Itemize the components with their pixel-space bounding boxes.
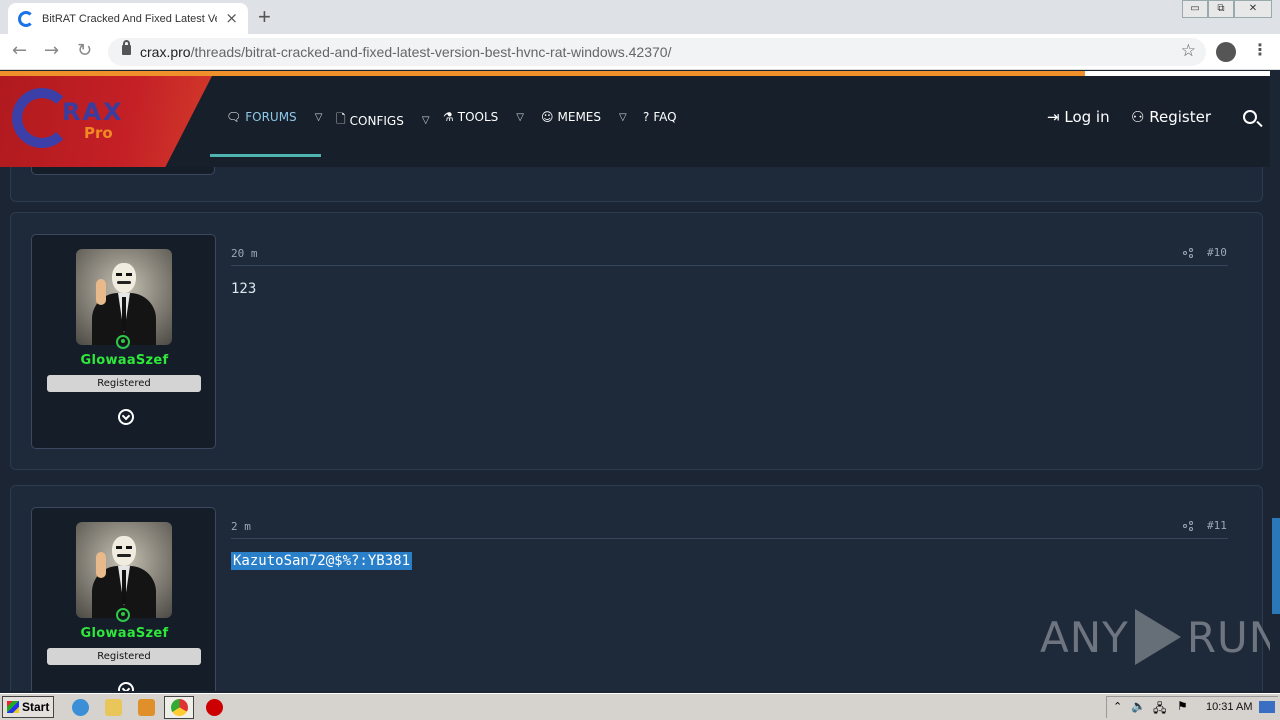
post-number[interactable]: #11 <box>1207 519 1227 532</box>
url-path: /threads/bitrat-cracked-and-fixed-latest… <box>190 44 672 60</box>
scrollbar-thumb[interactable] <box>1272 518 1280 614</box>
chevron-down-icon[interactable]: ▽ <box>619 112 627 123</box>
close-window-button[interactable]: ✕ <box>1234 0 1272 18</box>
loading-icon <box>18 10 34 27</box>
minimize-button[interactable]: ▭ <box>1182 0 1208 18</box>
nav-forums-label: FORUMS <box>245 110 297 124</box>
nav-configs-label: CONFIGS <box>349 113 404 128</box>
divider <box>231 265 1228 266</box>
online-status-icon <box>116 335 130 349</box>
watermark-text-left: ANY <box>1040 612 1129 662</box>
post-number[interactable]: #10 <box>1207 246 1227 259</box>
url-host: crax.pro <box>140 44 191 60</box>
start-button[interactable]: Start <box>2 696 54 718</box>
windows-taskbar: Start ⌃ 🔈 🖧 ⚑ 10:31 AM <box>0 693 1280 720</box>
nav-tools[interactable]: ⚗ TOOLS ▽ <box>443 110 524 124</box>
desktop-icon[interactable] <box>1259 701 1275 713</box>
user-role-badge: Registered <box>47 648 201 665</box>
username[interactable]: GlowaaSzef <box>32 353 217 368</box>
network-icon[interactable]: 🖧 <box>1153 699 1166 720</box>
tab-close-icon[interactable]: × <box>225 9 238 27</box>
nav-memes[interactable]: ☺ MEMES ▽ <box>541 110 627 124</box>
browser-tabstrip: BitRAT Cracked And Fixed Latest Ve × + ▭… <box>0 0 1280 34</box>
menu-icon[interactable]: ⋮ <box>1252 40 1268 59</box>
flask-icon: ⚗ <box>443 110 454 124</box>
lock-icon <box>122 40 131 55</box>
site-header: RAX Pro 🗨 FORUMS ▽ 🗋 CONFIGS ▽ ⚗ TOOLS ▽… <box>0 76 1270 167</box>
login-icon: ⇥ <box>1047 108 1060 126</box>
browser-tab[interactable]: BitRAT Cracked And Fixed Latest Ve × <box>8 3 248 34</box>
clock[interactable]: 10:31 AM <box>1206 701 1252 713</box>
post-body: 123 <box>231 281 257 297</box>
share-icon[interactable] <box>1183 521 1193 531</box>
alert-icon[interactable] <box>206 699 223 716</box>
divider <box>231 538 1228 539</box>
avatar[interactable] <box>76 522 172 618</box>
folder-icon[interactable] <box>105 699 122 716</box>
nav-faq[interactable]: ? FAQ <box>643 110 677 124</box>
anyrun-watermark: ANY RUN <box>1040 609 1280 665</box>
volume-icon[interactable]: 🔈 <box>1131 699 1146 713</box>
register-label: Register <box>1149 108 1211 126</box>
chat-icon: 🗨 <box>226 110 242 124</box>
search-icon[interactable] <box>1243 110 1257 124</box>
username[interactable]: GlowaaSzef <box>32 626 217 641</box>
post: GlowaaSzef Registered 20 m #10 123 <box>10 212 1263 470</box>
tab-title: BitRAT Cracked And Fixed Latest Ve <box>42 12 217 25</box>
chevron-down-icon[interactable]: ▽ <box>315 112 323 123</box>
restore-button[interactable]: ⧉ <box>1208 0 1234 18</box>
question-icon: ? <box>643 110 650 124</box>
nav-memes-label: MEMES <box>557 110 602 124</box>
user-card: GlowaaSzef Registered <box>31 507 216 691</box>
url-text[interactable]: crax.pro/threads/bitrat-cracked-and-fixe… <box>140 44 671 60</box>
post-body-selected-text[interactable]: KazutoSan72@$%?:YB381 <box>231 552 413 570</box>
browser-toolbar: ← → ↻ crax.pro/threads/bitrat-cracked-an… <box>0 34 1280 70</box>
windows-logo-icon <box>7 701 19 713</box>
nav-active-indicator <box>210 154 321 157</box>
mask-icon: ☺ <box>541 110 554 124</box>
back-icon[interactable]: ← <box>12 40 27 61</box>
user-role-badge: Registered <box>47 375 201 392</box>
watermark-text-right: RUN <box>1186 612 1280 662</box>
logo-text: RAX <box>62 98 124 126</box>
flag-icon[interactable]: ⚑ <box>1177 699 1188 713</box>
previous-user-card <box>31 167 215 175</box>
post-time[interactable]: 20 m <box>231 247 258 260</box>
post-time[interactable]: 2 m <box>231 520 251 533</box>
taskbar-chrome-button[interactable] <box>164 696 194 719</box>
site-logo[interactable]: RAX Pro <box>0 76 212 167</box>
add-user-icon: ⚇ <box>1131 108 1145 126</box>
nav-faq-label: FAQ <box>653 110 677 124</box>
new-tab-button[interactable]: + <box>258 4 271 30</box>
logo-subtext: Pro <box>84 124 113 142</box>
chevron-down-icon[interactable]: ▽ <box>422 115 430 126</box>
ie-icon[interactable] <box>72 699 89 716</box>
share-icon[interactable] <box>1183 248 1193 258</box>
chevron-down-icon[interactable]: ▽ <box>516 112 524 123</box>
tray-expand-icon[interactable]: ⌃ <box>1113 700 1122 713</box>
expand-icon[interactable] <box>118 682 134 691</box>
address-bar[interactable]: crax.pro/threads/bitrat-cracked-and-fixe… <box>108 38 1206 66</box>
profile-icon[interactable] <box>1216 42 1236 62</box>
bookmark-star-icon[interactable]: ☆ <box>1181 41 1196 61</box>
avatar[interactable] <box>76 249 172 345</box>
login-link[interactable]: ⇥ Log in <box>1047 108 1110 126</box>
reload-icon[interactable]: ↻ <box>77 40 92 61</box>
nav-forums[interactable]: 🗨 FORUMS ▽ <box>226 110 322 124</box>
login-label: Log in <box>1064 108 1110 126</box>
forward-icon[interactable]: → <box>44 40 59 61</box>
start-label: Start <box>22 700 50 714</box>
nav-tools-label: TOOLS <box>457 110 499 124</box>
file-icon: 🗋 <box>336 112 346 126</box>
nav-configs[interactable]: 🗋 CONFIGS ▽ <box>336 110 430 131</box>
chrome-icon <box>171 699 188 716</box>
online-status-icon <box>116 608 130 622</box>
media-player-icon[interactable] <box>138 699 155 716</box>
register-link[interactable]: ⚇ Register <box>1131 108 1211 126</box>
play-icon <box>1134 609 1181 665</box>
web-page: RAX Pro 🗨 FORUMS ▽ 🗋 CONFIGS ▽ ⚗ TOOLS ▽… <box>0 71 1280 691</box>
user-card: GlowaaSzef Registered <box>31 234 216 449</box>
expand-icon[interactable] <box>118 409 134 425</box>
